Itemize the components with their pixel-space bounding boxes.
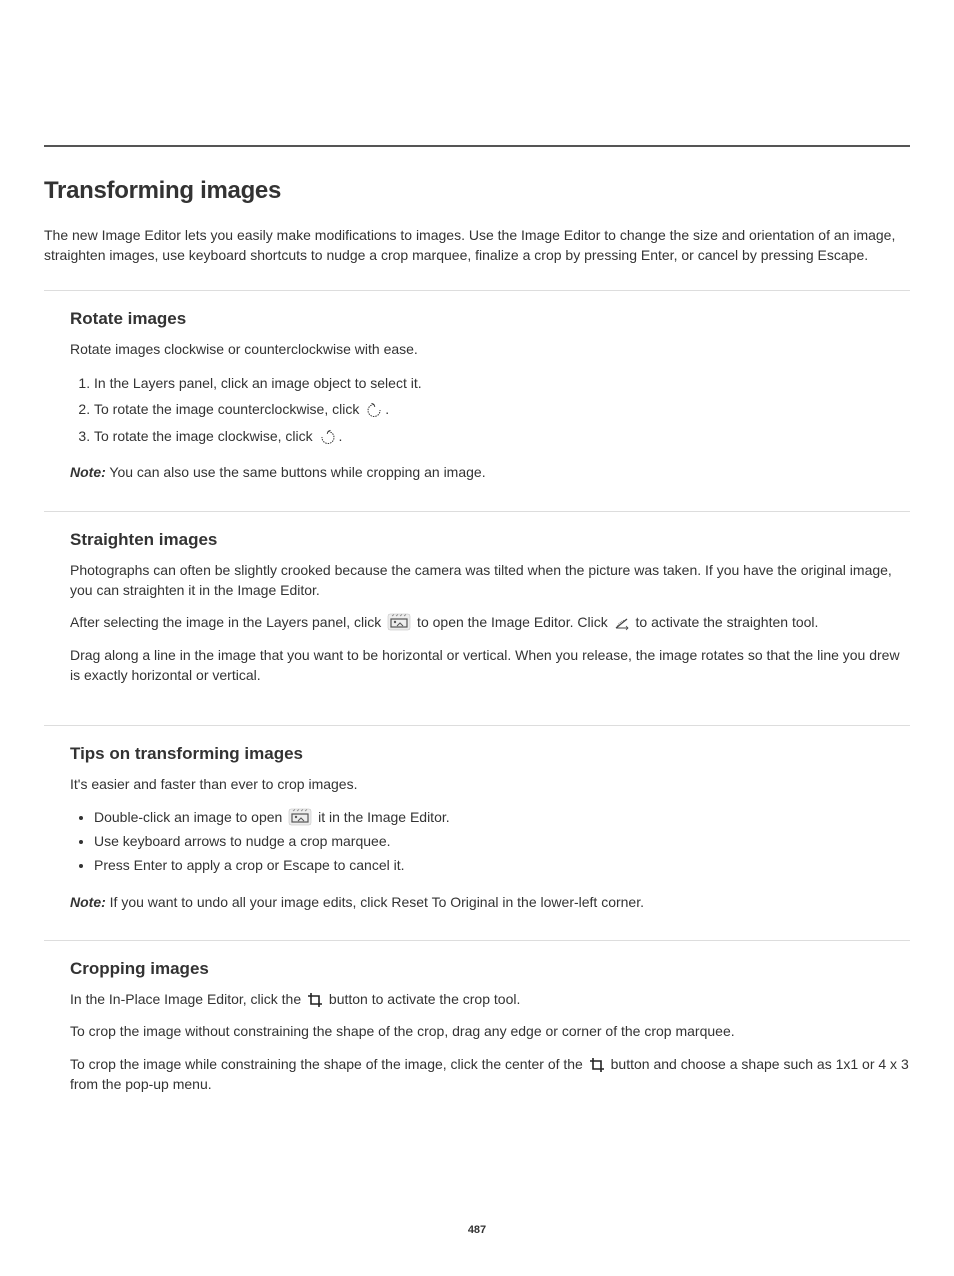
- rotate-cw-icon: [319, 429, 337, 445]
- heading-straighten: Straighten images: [70, 530, 910, 550]
- section-rotate: Rotate images Rotate images clockwise or…: [44, 290, 910, 511]
- image-editor-icon: [387, 613, 411, 631]
- descr-crop-3: To crop the image while constraining the…: [70, 1054, 910, 1095]
- note-rotate: Note: You can also use the same buttons …: [70, 462, 910, 482]
- crop-icon: [589, 1057, 605, 1073]
- image-editor-icon: [288, 808, 312, 826]
- list-item: Double-click an image to open it in the …: [94, 806, 910, 830]
- section-tips: Tips on transforming images It's easier …: [44, 725, 910, 940]
- section-straighten: Straighten images Photographs can often …: [44, 511, 910, 725]
- page-title: Transforming images: [44, 177, 910, 205]
- list-item: Press Enter to apply a crop or Escape to…: [94, 854, 910, 878]
- crop-icon: [307, 992, 323, 1008]
- list-item: Use keyboard arrows to nudge a crop marq…: [94, 830, 910, 854]
- list-item: In the Layers panel, click an image obje…: [94, 371, 910, 396]
- descr-crop-1: In the In-Place Image Editor, click the …: [70, 989, 910, 1009]
- descr-tips: It's easier and faster than ever to crop…: [70, 774, 910, 794]
- list-item: To rotate the image clockwise, click .: [94, 424, 910, 449]
- note-tips: Note: If you want to undo all your image…: [70, 892, 910, 912]
- intro-text: The new Image Editor lets you easily mak…: [44, 225, 910, 266]
- descr-crop-2: To crop the image without constraining t…: [70, 1021, 910, 1041]
- heading-rotate: Rotate images: [70, 309, 910, 329]
- heading-tips: Tips on transforming images: [70, 744, 910, 764]
- section-crop: Cropping images In the In-Place Image Ed…: [44, 940, 910, 1134]
- descr-straighten-2: After selecting the image in the Layers …: [70, 612, 910, 632]
- list-item: To rotate the image counterclockwise, cl…: [94, 397, 910, 422]
- heading-crop: Cropping images: [70, 959, 910, 979]
- descr-straighten-3: Drag along a line in the image that you …: [70, 645, 910, 686]
- rotate-ccw-icon: [365, 402, 383, 418]
- descr-straighten-1: Photographs can often be slightly crooke…: [70, 560, 910, 601]
- descr-rotate: Rotate images clockwise or counterclockw…: [70, 339, 910, 359]
- straighten-icon: [614, 615, 630, 631]
